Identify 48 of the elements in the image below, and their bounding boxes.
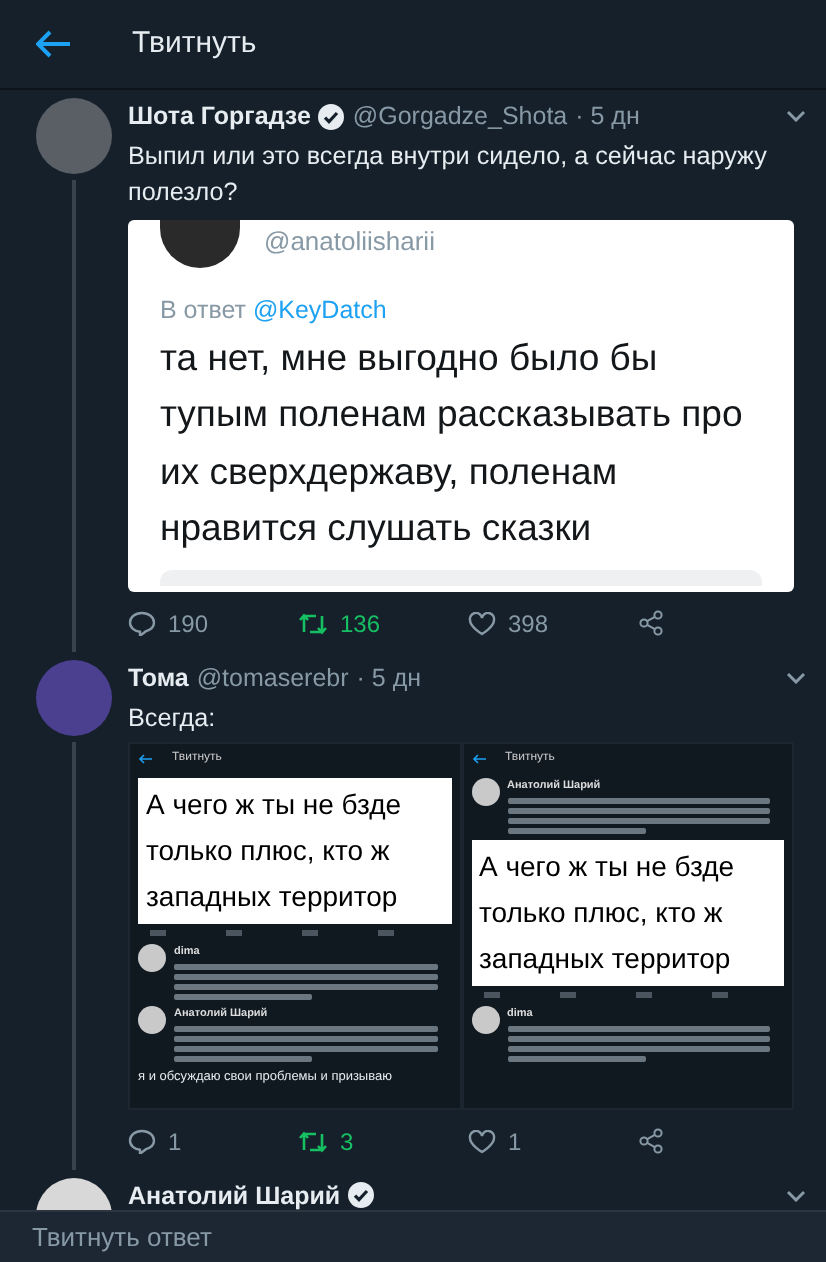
user-handle[interactable]: @tomaserebr (196, 659, 349, 697)
share-icon[interactable] (638, 1128, 664, 1154)
tweet-time: · 5 дн (575, 100, 640, 134)
user-name[interactable]: Анатолий Шарий (128, 1177, 341, 1210)
quoted-text-line: тупым поленам рассказывать про (160, 390, 745, 438)
reply-to-text: В ответ @KeyDatch (160, 293, 389, 328)
quoted-text-line: западных территор (479, 939, 733, 978)
quoted-text-line: только плюс, кто ж (479, 893, 725, 932)
retweet-icon (298, 611, 328, 636)
quoted-avatar (160, 219, 240, 268)
quoted-text-line: нравится слушать сказки (160, 504, 594, 552)
share-icon[interactable] (638, 610, 664, 637)
quoted-text-line: их сверхдержаву, поленам (160, 447, 620, 496)
quoted-text-line: А чего ж ты не бзде (479, 847, 737, 886)
heart-icon (468, 611, 496, 636)
page-title: Твитнуть (132, 23, 257, 64)
like-button[interactable]: 398 (468, 605, 638, 642)
back-icon (471, 754, 485, 764)
quoted-text-line: А чего ж ты не бзде (146, 785, 404, 824)
heart-icon (468, 1129, 496, 1153)
retweet-icon (298, 1129, 328, 1153)
reply-button[interactable]: 1 (128, 1123, 298, 1159)
quoted-text-line: западных территор (146, 877, 400, 916)
tweet-text: Выпил или это всегда внутри сидело, а сейчас наружу полезло? (128, 139, 769, 210)
retweet-button[interactable]: 3 (298, 1123, 468, 1159)
quoted-text-line: та нет, мне выгодно было бы (160, 333, 660, 382)
chevron-down-icon[interactable] (786, 672, 806, 685)
avatar (471, 777, 499, 805)
chevron-down-icon[interactable] (786, 1189, 806, 1202)
retweet-button[interactable]: 136 (298, 605, 468, 642)
tweet-text: Всегда: (128, 701, 218, 735)
user-handle[interactable]: @Gorgadze_Shota (352, 98, 568, 136)
avatar (471, 1005, 499, 1034)
quoted-handle: @anatoliisharii (264, 223, 435, 260)
chevron-down-icon[interactable] (786, 110, 806, 123)
tweet-time: · 5 дн (356, 661, 422, 696)
avatar (138, 943, 166, 971)
reply-icon (128, 610, 156, 637)
user-name[interactable]: Шота Горгадзе (128, 98, 311, 136)
quoted-text-line: только плюс, кто ж (146, 831, 392, 869)
reply-icon (128, 1128, 156, 1154)
reply-button[interactable]: 190 (128, 605, 298, 642)
user-name[interactable]: Тома (128, 659, 189, 697)
reply-field[interactable]: Твитнуть ответ (0, 1212, 826, 1262)
avatar (138, 1005, 166, 1034)
back-icon[interactable] (36, 30, 72, 58)
back-icon (138, 754, 152, 764)
like-button[interactable]: 1 (468, 1123, 638, 1159)
